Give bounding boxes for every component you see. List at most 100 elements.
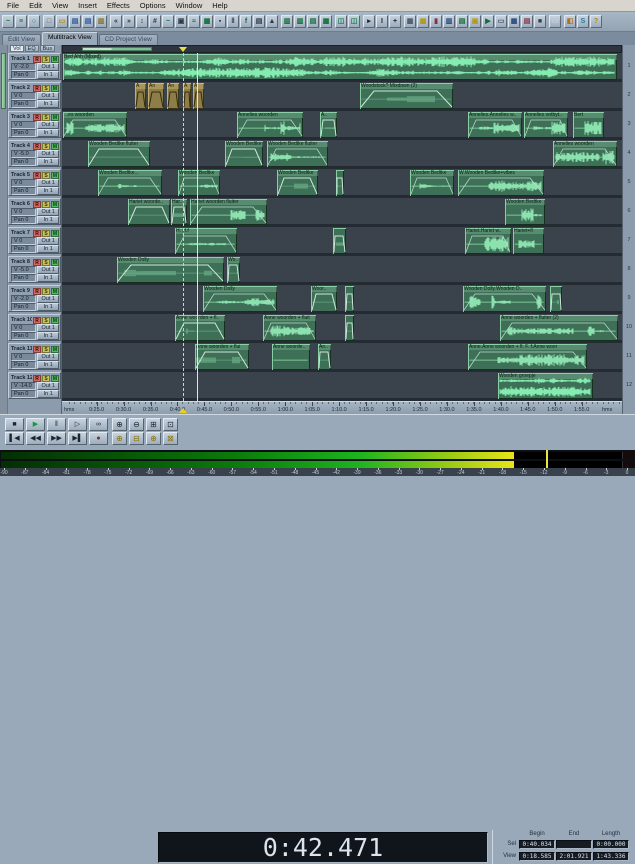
pan-value[interactable]: Pan 0 bbox=[11, 187, 36, 195]
show-time-icon[interactable]: ▤ bbox=[456, 15, 468, 28]
save-icon[interactable]: ▤ bbox=[69, 15, 81, 28]
record-arm-button[interactable]: R bbox=[33, 114, 41, 121]
mute-button[interactable]: M bbox=[51, 85, 59, 92]
audio-clip[interactable]: Wooden Bedtke bbox=[225, 141, 263, 167]
output-button[interactable]: Out 1 bbox=[37, 92, 59, 100]
audio-clip[interactable]: Woodstock? Mixdown (2) bbox=[360, 83, 453, 109]
output-button[interactable]: Out 1 bbox=[37, 237, 59, 245]
horizontal-scrollbar[interactable] bbox=[62, 45, 622, 53]
input-button[interactable]: In 1 bbox=[37, 332, 59, 340]
solo-button[interactable]: S bbox=[42, 375, 50, 382]
pan-value[interactable]: Pan 0 bbox=[11, 100, 36, 108]
tab-cd-project-view[interactable]: CD Project View bbox=[99, 34, 158, 45]
audio-clip[interactable]: Wooden Dolly bbox=[203, 286, 277, 312]
output-button[interactable]: Out 1 bbox=[37, 121, 59, 129]
pane-divider-icon[interactable]: ▭ bbox=[549, 15, 561, 28]
blank-panel-icon[interactable]: ■ bbox=[534, 15, 546, 28]
volume-value[interactable]: V 0 bbox=[11, 208, 36, 216]
output-button[interactable]: Out 1 bbox=[37, 324, 59, 332]
audio-clip[interactable]: Hariet+fl bbox=[513, 228, 544, 254]
menu-item-effects[interactable]: Effects bbox=[102, 1, 135, 10]
clip-boundaries-icon[interactable]: ▤ bbox=[307, 15, 319, 28]
menu-item-view[interactable]: View bbox=[47, 1, 73, 10]
envelope-icon[interactable]: ~ bbox=[162, 15, 174, 28]
input-button[interactable]: In 1 bbox=[37, 390, 59, 398]
volume-value[interactable]: V -2.0 bbox=[11, 63, 36, 71]
audio-clip[interactable]: A bbox=[135, 83, 146, 109]
fx-rack-icon[interactable]: f bbox=[240, 15, 252, 28]
audio-clip[interactable]: ...es woorden bbox=[63, 112, 127, 138]
audio-clip[interactable]: Wooden groepje bbox=[498, 373, 593, 399]
output-button[interactable]: Out 1 bbox=[37, 353, 59, 361]
show-transport-icon[interactable]: ▮ bbox=[430, 15, 442, 28]
session-props-icon[interactable]: ▤ bbox=[253, 15, 265, 28]
audio-clip[interactable]: Wooden Bedtke bbox=[410, 170, 454, 196]
punch-in-icon[interactable]: ▣ bbox=[175, 15, 187, 28]
zoom-in-left-button[interactable]: ⊕ bbox=[112, 432, 127, 445]
move-clip-tool-icon[interactable]: + bbox=[389, 15, 401, 28]
input-button[interactable]: In 1 bbox=[37, 129, 59, 137]
audio-clip[interactable]: An.. bbox=[318, 344, 331, 370]
input-button[interactable]: In 1 bbox=[37, 274, 59, 282]
input-button[interactable]: In 1 bbox=[37, 71, 59, 79]
input-button[interactable]: In 1 bbox=[37, 216, 59, 224]
snapping-icon[interactable]: ‖ bbox=[227, 15, 239, 28]
audio-clip[interactable] bbox=[336, 170, 344, 196]
show-play-icon[interactable]: ▶ bbox=[482, 15, 494, 28]
pan-value[interactable]: Pan 0 bbox=[11, 129, 36, 137]
menu-item-insert[interactable]: Insert bbox=[73, 1, 102, 10]
loop-play-button[interactable]: ∞ bbox=[89, 418, 108, 431]
record-button[interactable]: ● bbox=[89, 432, 108, 445]
output-button[interactable]: Out 1 bbox=[37, 295, 59, 303]
zoom-out-button[interactable]: ⊖ bbox=[129, 418, 144, 431]
sync-icon[interactable]: S bbox=[577, 15, 589, 28]
audio-clip[interactable]: Annelies woorden bbox=[237, 112, 303, 138]
volume-value[interactable]: V -5.0 bbox=[11, 266, 36, 274]
audio-clip[interactable]: Wooden Bedtke bbox=[178, 170, 220, 196]
show-sel-view-icon[interactable]: ▣ bbox=[469, 15, 481, 28]
output-button[interactable]: Out 1 bbox=[37, 63, 59, 71]
solo-button[interactable]: S bbox=[42, 259, 50, 266]
lock-time-icon[interactable]: ▪ bbox=[214, 15, 226, 28]
track-range-indicator[interactable] bbox=[1, 53, 6, 109]
record-arm-button[interactable]: R bbox=[33, 346, 41, 353]
audio-clip[interactable]: Hariet.Hariet w.. bbox=[465, 228, 511, 254]
timeline-ruler[interactable]: hmshms0:25.00:30.00:35.00:40.00:45.00:50… bbox=[62, 401, 622, 414]
horizontal-scrollbar-thumb[interactable] bbox=[82, 47, 152, 51]
mute-button[interactable]: M bbox=[51, 317, 59, 324]
group-clips-icon[interactable]: ▦ bbox=[201, 15, 213, 28]
output-button[interactable]: Out 1 bbox=[37, 382, 59, 390]
show-mixer-icon[interactable]: ▦ bbox=[404, 15, 416, 28]
audio-clip[interactable]: Hariet woorden fluiter bbox=[190, 199, 267, 225]
redo-icon[interactable]: » bbox=[123, 15, 135, 28]
audio-clip[interactable]: Bert bbox=[573, 112, 604, 138]
mute-button[interactable]: M bbox=[51, 230, 59, 237]
mute-button[interactable]: M bbox=[51, 143, 59, 150]
audio-clip[interactable]: Wooden Bedtke fluiter bbox=[267, 141, 328, 167]
output-button[interactable]: Out 1 bbox=[37, 150, 59, 158]
pan-value[interactable]: Pan 0 bbox=[11, 158, 36, 166]
edit-clip-icon[interactable]: ▥ bbox=[281, 15, 293, 28]
mute-button[interactable]: M bbox=[51, 346, 59, 353]
audio-clip[interactable] bbox=[550, 286, 562, 312]
volume-value[interactable]: V 0 bbox=[11, 353, 36, 361]
zoom-selection-button[interactable]: ⊡ bbox=[163, 418, 178, 431]
solo-button[interactable]: S bbox=[42, 114, 50, 121]
mixdown-icon[interactable]: ≈ bbox=[188, 15, 200, 28]
window-tile-icon[interactable]: ◧ bbox=[564, 15, 576, 28]
pan-value[interactable]: Pan 0 bbox=[11, 245, 36, 253]
audio-clip[interactable]: Anne woorde.. bbox=[272, 344, 310, 370]
zoom-full-button[interactable]: ⊞ bbox=[146, 418, 161, 431]
undo-icon[interactable]: « bbox=[110, 15, 122, 28]
zoom-to-selection-button[interactable]: ⊟ bbox=[129, 432, 144, 445]
track-number-strip[interactable]: 123456789101112 bbox=[622, 45, 635, 414]
loop-edit-icon[interactable]: ▥ bbox=[294, 15, 306, 28]
audio-clip[interactable]: Wooden Bedtke bbox=[277, 170, 318, 196]
volume-value[interactable]: V 0 bbox=[11, 324, 36, 332]
audio-clip[interactable]: Anne.Anne woorden + fl. F. f.Anne woor bbox=[468, 344, 587, 370]
audio-clip[interactable]: A bbox=[183, 83, 191, 109]
solo-button[interactable]: S bbox=[42, 172, 50, 179]
solo-button[interactable]: S bbox=[42, 288, 50, 295]
time-selection-tool-icon[interactable]: I bbox=[376, 15, 388, 28]
track-inserts-icon[interactable]: ◫ bbox=[348, 15, 360, 28]
